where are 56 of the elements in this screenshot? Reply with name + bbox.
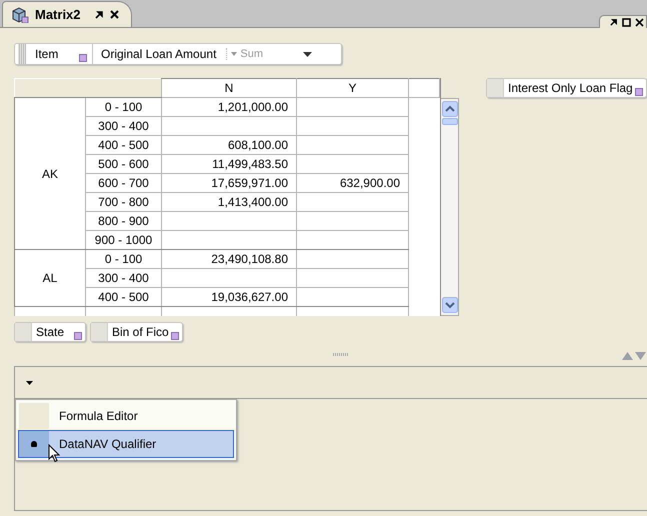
field-icon (170, 332, 179, 340)
row-header: 0 - 100 (86, 250, 162, 268)
maximize-icon[interactable] (622, 18, 631, 26)
cube-icon (11, 6, 29, 22)
table-cell: 1,201,000.00 (162, 98, 296, 116)
caret-icon (231, 52, 238, 56)
field-icon (79, 54, 87, 62)
row-header: AK (14, 98, 86, 250)
field-chip[interactable]: Original Loan Amount (95, 47, 220, 61)
dropdown-caret-icon[interactable] (303, 52, 312, 56)
row-header: 300 - 400 (86, 268, 162, 288)
field-icon (634, 88, 643, 96)
row-header: 800 - 900 (86, 212, 162, 230)
table-cell: 632,900.00 (296, 174, 408, 192)
row-header: 400 - 500 (86, 288, 162, 306)
pin-icon[interactable] (94, 10, 104, 19)
scroll-up-icon[interactable] (442, 101, 458, 117)
row-header: 0 - 100 (86, 98, 162, 116)
table-cell: 17,659,971.00 (162, 174, 296, 192)
header-field-chip[interactable]: Interest Only Loan Flag (486, 78, 647, 98)
scroll-thumb[interactable] (442, 118, 458, 125)
row-field-chip[interactable]: Bin of Fico (90, 322, 183, 342)
tab-title: Matrix2 (35, 7, 81, 22)
field-icon (74, 332, 82, 340)
close-icon[interactable] (635, 18, 644, 26)
table-cell: 608,100.00 (162, 136, 296, 154)
expand-collapse-icon[interactable] (622, 352, 646, 360)
column-header: N (162, 78, 296, 98)
menu-item[interactable]: DataNAV Qualifier (18, 430, 234, 458)
row-header: 300 - 400 (86, 116, 162, 136)
row-header: AL (14, 250, 86, 306)
caret-icon (26, 380, 32, 384)
document-tab[interactable]: Matrix2 (2, 1, 132, 27)
pin-icon[interactable] (610, 18, 618, 26)
table-cell: 23,490,108.80 (162, 250, 296, 268)
row-header: 600 - 700 (86, 174, 162, 192)
table-cell: 11,499,483.50 (162, 154, 296, 174)
grip-icon[interactable] (91, 323, 108, 341)
field-chip[interactable]: Item (29, 47, 79, 61)
row-header: 400 - 500 (86, 136, 162, 154)
close-icon[interactable] (110, 10, 119, 19)
splitter-grip-icon[interactable] (332, 352, 348, 356)
menu-item[interactable]: Formula Editor (18, 402, 234, 430)
column-header: Y (296, 78, 408, 98)
vertical-scrollbar[interactable] (441, 98, 459, 316)
grip-icon[interactable] (487, 79, 504, 97)
row-field-chip[interactable]: State (14, 322, 86, 342)
row-header: 700 - 800 (86, 192, 162, 212)
scroll-down-icon[interactable] (442, 297, 458, 313)
grip-icon[interactable] (15, 44, 29, 64)
bullet-icon (31, 441, 37, 447)
row-header: 900 - 1000 (86, 230, 162, 250)
grip-icon[interactable] (15, 323, 32, 341)
table-cell: 19,036,627.00 (162, 288, 296, 306)
row-header: 500 - 600 (86, 154, 162, 174)
table-cell: 1,413,400.00 (162, 192, 296, 212)
